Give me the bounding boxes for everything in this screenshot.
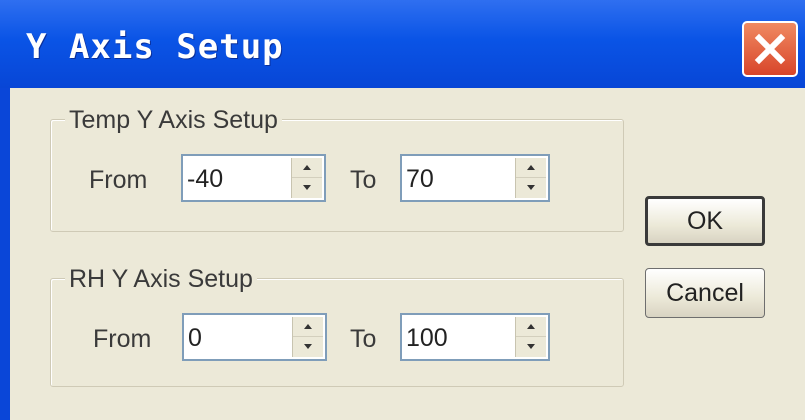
rh-to-arrows [515,317,546,357]
rh-from-label: From [93,325,152,353]
temp-to-label: To [350,166,377,194]
rh-from-value[interactable]: 0 [188,324,202,353]
temp-to-arrows [515,158,546,198]
rh-to-spinner[interactable]: 100 [400,313,550,361]
rh-to-value[interactable]: 100 [406,324,448,353]
temp-from-label: From [89,166,148,194]
rh-from-up-button[interactable] [293,317,323,337]
window-title: Y Axis Setup [26,27,284,67]
rh-to-up-button[interactable] [516,317,546,337]
chevron-up-icon [303,165,311,170]
temp-from-down-button[interactable] [292,178,322,198]
rh-from-arrows [292,317,323,357]
chevron-down-icon [303,185,311,190]
temp-from-arrows [291,158,322,198]
close-button[interactable] [742,21,798,77]
chevron-up-icon [527,324,535,329]
rh-from-down-button[interactable] [293,337,323,357]
cancel-button[interactable]: Cancel [645,268,765,318]
temp-to-spinner[interactable]: 70 [400,154,550,202]
chevron-down-icon [304,344,312,349]
title-bar[interactable]: Y Axis Setup [0,0,805,88]
temp-from-up-button[interactable] [292,158,322,178]
rh-to-down-button[interactable] [516,337,546,357]
temp-to-up-button[interactable] [516,158,546,178]
rh-y-axis-group: RH Y Axis Setup From 0 To 100 [50,265,624,387]
temp-y-axis-group: Temp Y Axis Setup From -40 To 70 [50,106,624,232]
chevron-down-icon [527,344,535,349]
temp-to-down-button[interactable] [516,178,546,198]
close-icon [754,33,786,65]
ok-button[interactable]: OK [645,196,765,246]
chevron-up-icon [304,324,312,329]
chevron-up-icon [527,165,535,170]
temp-to-value[interactable]: 70 [406,165,434,194]
rh-group-legend: RH Y Axis Setup [65,265,257,294]
temp-from-value[interactable]: -40 [187,165,223,194]
temp-from-spinner[interactable]: -40 [181,154,326,202]
dialog-body: Temp Y Axis Setup From -40 To 70 RH Y Ax… [10,88,805,420]
dialog-window: Y Axis Setup Temp Y Axis Setup From -40 … [0,0,805,420]
temp-group-legend: Temp Y Axis Setup [65,106,282,135]
rh-to-label: To [350,325,377,353]
chevron-down-icon [527,185,535,190]
rh-from-spinner[interactable]: 0 [182,313,327,361]
